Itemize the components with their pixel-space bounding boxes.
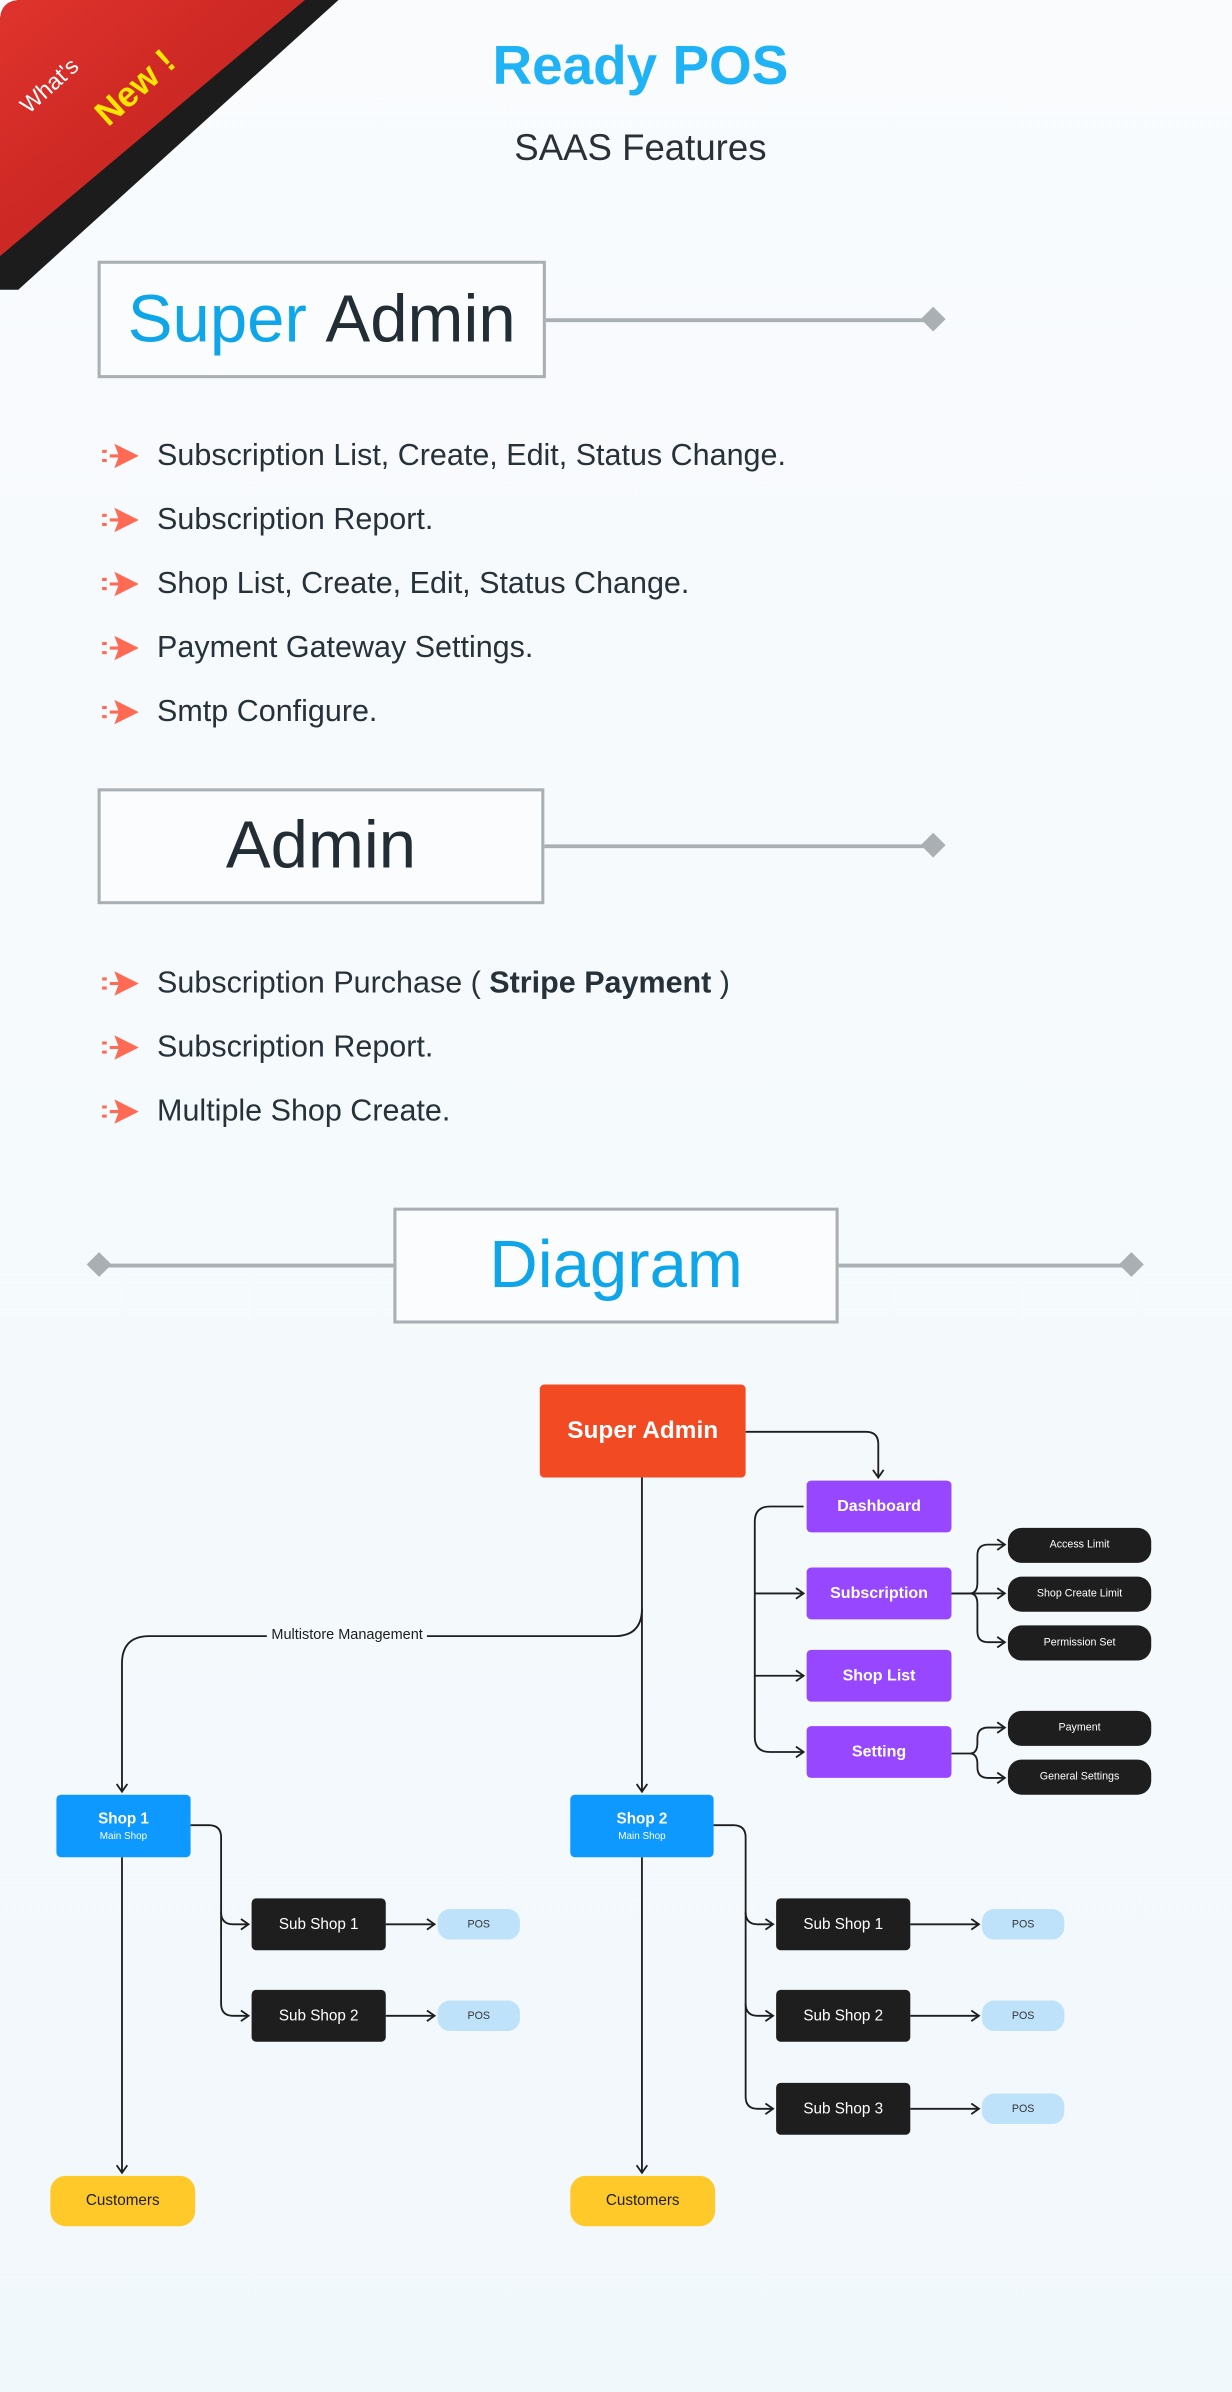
payment-node: Payment <box>1007 1710 1152 1746</box>
pos-node: POS <box>437 1909 520 1940</box>
shop-name: Shop 1 <box>98 1810 149 1828</box>
multistore-management-label: Multistore Management <box>266 1626 428 1644</box>
pos-node: POS <box>437 2000 520 2032</box>
diagram-connectors <box>115 1430 1007 2175</box>
shop-create-limit-node: Shop Create Limit <box>1007 1576 1152 1612</box>
subscription-node: Subscription <box>806 1567 952 1620</box>
shop-list-node: Shop List <box>806 1649 952 1702</box>
shop-2-sub-shop-1-node: Sub Shop 1 <box>776 1898 911 1951</box>
pos-node: POS <box>981 2000 1065 2032</box>
shop-1-sub-shop-2-node: Sub Shop 2 <box>251 1989 386 2042</box>
shop-2-sub-shop-3-node: Sub Shop 3 <box>776 2082 911 2135</box>
super-admin-node: Super Admin <box>539 1384 746 1478</box>
permission-set-node: Permission Set <box>1007 1625 1152 1661</box>
shop-2-sub-shop-2-node: Sub Shop 2 <box>776 1989 911 2042</box>
general-settings-node: General Settings <box>1007 1759 1152 1795</box>
access-limit-node: Access Limit <box>1007 1527 1152 1563</box>
shop-2-node: Shop 2 Main Shop <box>570 1794 714 1858</box>
setting-node: Setting <box>806 1726 952 1778</box>
pos-node: POS <box>981 2093 1065 2125</box>
shop-tag: Main Shop <box>99 1830 148 1842</box>
shop-2-customers-node: Customers <box>570 2175 716 2227</box>
shop-tag: Main Shop <box>618 1830 666 1842</box>
shop-1-sub-shop-1-node: Sub Shop 1 <box>251 1898 386 1951</box>
shop-1-customers-node: Customers <box>50 2175 196 2227</box>
pos-node: POS <box>981 1909 1065 1940</box>
dashboard-node: Dashboard <box>806 1480 952 1533</box>
shop-name: Shop 2 <box>616 1810 668 1828</box>
page: What's New ! Ready POS SAAS Features Sup… <box>0 0 1232 2392</box>
shop-1-node: Shop 1 Main Shop <box>56 1794 191 1858</box>
